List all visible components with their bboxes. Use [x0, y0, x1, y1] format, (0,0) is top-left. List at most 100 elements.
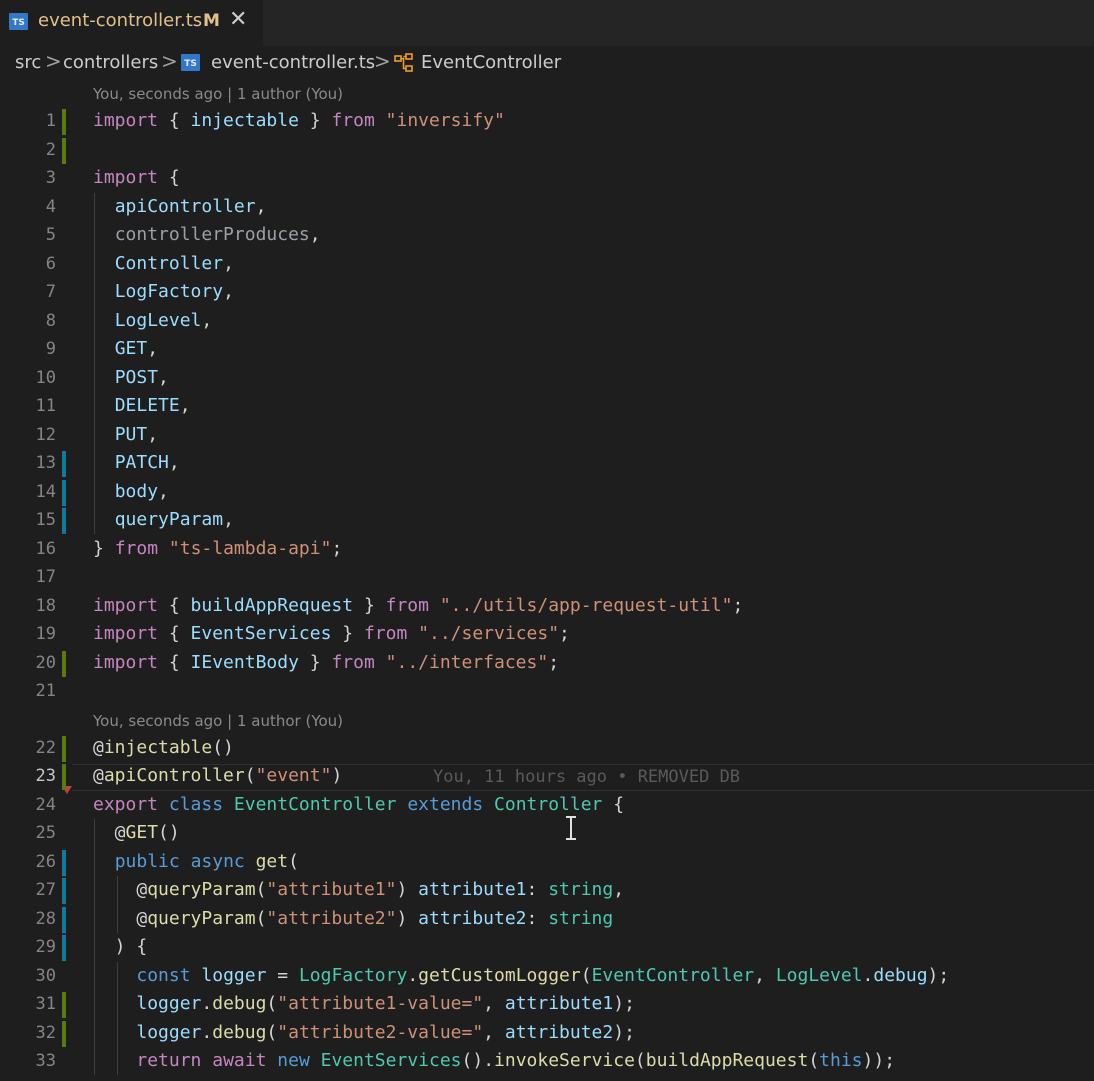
code-line[interactable]: export class EventController extends Con…	[93, 791, 624, 820]
line-number: 3	[45, 168, 56, 188]
breadcrumb: src > controllers > TS event-controller.…	[0, 46, 1094, 80]
chevron-right-icon: >	[45, 49, 62, 73]
line-number: 17	[35, 567, 56, 587]
line-number: 21	[35, 681, 56, 701]
code-line[interactable]: DELETE,	[93, 392, 191, 421]
class-symbol-icon	[393, 52, 415, 81]
line-number: 23	[35, 766, 56, 786]
git-modified-marker[interactable]	[62, 878, 66, 904]
line-number: 5	[45, 225, 56, 245]
breadcrumb-src[interactable]: src	[15, 51, 41, 75]
text-cursor-icon	[566, 816, 576, 840]
indent-guide	[117, 961, 118, 1075]
typescript-file-icon: TS	[181, 54, 200, 71]
git-modified-marker[interactable]	[62, 508, 66, 534]
code-line[interactable]: import { EventServices } from "../servic…	[93, 620, 570, 649]
line-number: 15	[35, 510, 56, 530]
code-line[interactable]: @apiController("event")	[93, 762, 342, 791]
code-line[interactable]: return await new EventServices().invokeS…	[93, 1047, 895, 1076]
line-number: 9	[45, 339, 56, 359]
line-number: 6	[45, 253, 56, 274]
git-added-marker[interactable]	[62, 109, 66, 135]
chevron-right-icon: >	[161, 49, 178, 73]
line-number: 1	[45, 111, 56, 131]
git-added-marker[interactable]	[62, 764, 66, 790]
code-line[interactable]: logger.debug("attribute2-value=", attrib…	[93, 1019, 635, 1048]
close-tab-icon[interactable]: ✕	[229, 7, 247, 33]
git-modified-marker[interactable]	[62, 906, 66, 933]
git-blame-annotation: You, 11 hours ago • REMOVED DB	[433, 767, 741, 787]
line-number: 29	[35, 937, 56, 957]
line-number: 32	[35, 1022, 56, 1043]
git-added-marker[interactable]	[62, 650, 66, 677]
code-line[interactable]: import { injectable } from "inversify"	[93, 107, 505, 136]
code-line[interactable]: import {	[93, 164, 180, 193]
modified-indicator: M	[203, 11, 220, 31]
line-number: 24	[35, 794, 56, 815]
line-number: 31	[35, 994, 56, 1014]
code-line[interactable]: PUT,	[93, 421, 158, 450]
code-line[interactable]: import { IEventBody } from "../interface…	[93, 649, 559, 678]
code-line[interactable]: @GET()	[93, 819, 180, 848]
git-modified-marker[interactable]	[62, 451, 66, 477]
code-line[interactable]: logger.debug("attribute1-value=", attrib…	[93, 990, 635, 1019]
tab-title: event-controller.ts	[38, 10, 203, 31]
indent-guide	[117, 876, 118, 933]
code-line[interactable]: } from "ts-lambda-api";	[93, 535, 342, 564]
line-number: 14	[35, 481, 56, 502]
code-line[interactable]: @queryParam("attribute2") attribute2: st…	[93, 905, 613, 934]
indent-guide	[94, 192, 95, 534]
code-line[interactable]: Controller,	[93, 250, 234, 279]
code-line[interactable]: queryParam,	[93, 506, 234, 535]
code-line[interactable]: body,	[93, 478, 169, 507]
code-line[interactable]: LogLevel,	[93, 307, 213, 336]
line-number: 18	[35, 595, 56, 616]
line-number: 8	[45, 310, 56, 331]
git-added-marker[interactable]	[62, 735, 66, 762]
line-number: 22	[35, 737, 56, 758]
code-line[interactable]: ) {	[93, 933, 148, 962]
line-number: 11	[35, 396, 56, 416]
line-number: 4	[45, 196, 56, 217]
line-number: 13	[35, 453, 56, 473]
line-number: 28	[35, 908, 56, 929]
line-number: 30	[35, 965, 56, 986]
git-modified-marker[interactable]	[62, 479, 66, 506]
line-number: 19	[35, 624, 56, 644]
code-line[interactable]: public async get(	[93, 848, 299, 877]
code-line[interactable]: apiController,	[93, 193, 267, 222]
codelens-authors[interactable]: You, seconds ago | 1 author (You)	[93, 711, 343, 731]
codelens-authors[interactable]: You, seconds ago | 1 author (You)	[93, 84, 343, 104]
code-line[interactable]: GET,	[93, 335, 158, 364]
code-line[interactable]: @injectable()	[93, 734, 234, 763]
code-line[interactable]: controllerProduces,	[93, 221, 321, 250]
code-line[interactable]: @queryParam("attribute1") attribute1: st…	[93, 876, 624, 905]
line-number: 27	[35, 880, 56, 900]
editor-tab[interactable]: TS event-controller.ts M ✕	[0, 0, 263, 46]
line-number: 33	[35, 1051, 56, 1071]
line-number: 12	[35, 424, 56, 445]
line-number: 20	[35, 652, 56, 673]
git-modified-marker[interactable]	[62, 935, 66, 961]
line-number: 2	[45, 139, 56, 160]
line-number: 25	[35, 823, 56, 843]
line-number: 7	[45, 282, 56, 302]
code-line[interactable]: PATCH,	[93, 449, 180, 478]
git-added-marker[interactable]	[62, 992, 66, 1018]
code-line[interactable]: const logger = LogFactory.getCustomLogge…	[93, 962, 949, 991]
tab-bar: TS event-controller.ts M ✕	[0, 0, 1094, 46]
breadcrumb-file[interactable]: event-controller.ts	[211, 51, 375, 75]
code-line[interactable]: POST,	[93, 364, 169, 393]
git-added-marker[interactable]	[62, 1020, 66, 1047]
line-number: 26	[35, 851, 56, 872]
line-number: 16	[35, 538, 56, 559]
chevron-right-icon: >	[374, 49, 391, 73]
line-number: 10	[35, 367, 56, 388]
breadcrumb-controllers[interactable]: controllers	[63, 51, 158, 75]
breadcrumb-symbol[interactable]: EventController	[421, 51, 561, 75]
code-line[interactable]: LogFactory,	[93, 278, 234, 307]
typescript-file-icon: TS	[9, 13, 28, 30]
git-modified-marker[interactable]	[62, 849, 66, 876]
code-line[interactable]: import { buildAppRequest } from "../util…	[93, 592, 743, 621]
git-added-marker[interactable]	[62, 137, 66, 164]
